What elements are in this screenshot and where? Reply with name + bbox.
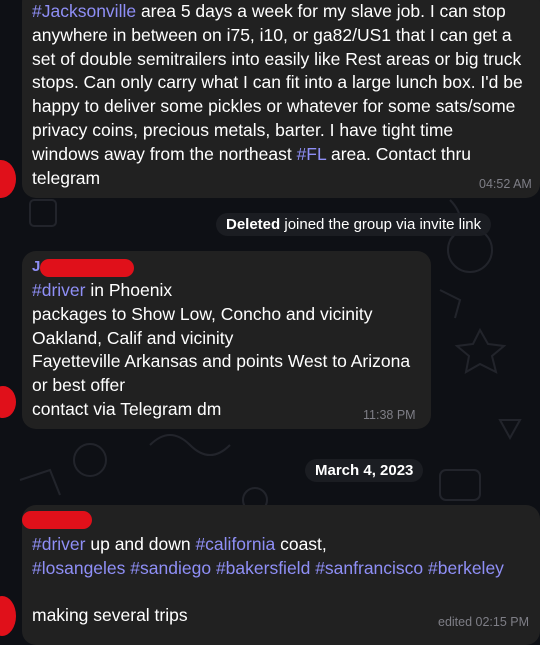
message-line: happy to deliver some pickles or whateve…: [32, 95, 523, 119]
hashtag-link[interactable]: #california: [195, 534, 275, 554]
message-text-segment: packages to Show Low, Concho and vicinit…: [32, 303, 373, 324]
message-text-segment: stops. Can only carry what I can fit int…: [32, 72, 523, 93]
message-text: #driver up and down #california coast, #l…: [32, 533, 504, 628]
redaction-mark: [22, 511, 92, 529]
hashtag-link[interactable]: #sandiego: [130, 558, 211, 578]
redaction-mark: [40, 259, 134, 277]
message-line: Fayetteville Arkansas and points West to…: [32, 350, 410, 374]
joined-user-name[interactable]: Deleted: [226, 216, 280, 233]
message-line: packages to Show Low, Concho and vicinit…: [32, 303, 410, 327]
message-text: #driver in Phoenix packages to Show Low, …: [32, 279, 410, 422]
message-text-segment: area. Contact thru: [326, 143, 472, 164]
message-text-segment: Oakland, Calif and vicinity: [32, 327, 234, 348]
message-text-segment: making several trips: [32, 605, 188, 626]
date-divider: March 4, 2023: [305, 459, 424, 482]
message-text-segment: in Phoenix: [85, 280, 173, 300]
service-message-joined: Deleted joined the group via invite link: [216, 213, 492, 236]
message-line: #driver up and down #california coast,: [32, 533, 504, 557]
message-line: or best offer: [32, 374, 410, 398]
message-line: contact via Telegram dm: [32, 398, 410, 422]
message-line: Oakland, Calif and vicinity: [32, 327, 410, 351]
message-text-segment: happy to deliver some pickles or whateve…: [32, 96, 516, 117]
message-text-segment: Fayetteville Arkansas and points West to…: [32, 351, 411, 372]
hashtag-link[interactable]: #FL: [297, 144, 327, 164]
message-text-segment: windows away from the northeast: [32, 143, 297, 164]
message-text-segment: contact via Telegram dm: [32, 398, 222, 419]
hashtag-link[interactable]: #driver: [32, 534, 86, 554]
hashtag-link[interactable]: #bakersfield: [216, 558, 310, 578]
message-text-segment: telegram: [32, 167, 101, 188]
message-text-segment: anywhere in between on i75, i10, or ga82…: [32, 24, 512, 45]
hashtag-link[interactable]: #berkeley: [428, 558, 504, 578]
message-line: windows away from the northeast #FL area…: [32, 143, 523, 167]
message-timestamp: 11:38 PM: [363, 408, 416, 422]
message-line: #Jacksonville area 5 days a week for my …: [32, 0, 523, 24]
joined-action-text: joined the group via invite link: [280, 216, 482, 233]
hashtag-link[interactable]: #Jacksonville: [32, 1, 136, 21]
message-line: privacy coins, precious metals, barter. …: [32, 119, 523, 143]
message-text: #Jacksonville area 5 days a week for my …: [32, 0, 523, 190]
message-text-segment: area 5 days a week for my slave job. I c…: [136, 1, 506, 21]
message-line: #driver in Phoenix: [32, 279, 410, 303]
message-text-segment: privacy coins, precious metals, barter. …: [32, 119, 454, 140]
message-bubble[interactable]: #driver up and down #california coast, #l…: [22, 505, 540, 645]
message-text-segment: set of double semitrailers into easily l…: [32, 48, 522, 69]
message-line: #losangeles #sandiego #bakersfield #sanf…: [32, 557, 504, 581]
message-line: set of double semitrailers into easily l…: [32, 48, 523, 72]
hashtag-link[interactable]: #losangeles: [32, 558, 125, 578]
message-text-segment: up and down: [85, 534, 196, 554]
message-line: [32, 581, 504, 605]
date-divider-text: March 4, 2023: [315, 462, 414, 479]
message-text-segment: or best offer: [32, 375, 126, 396]
message-line: making several trips: [32, 604, 504, 628]
message-bubble[interactable]: #Jacksonville area 5 days a week for my …: [22, 0, 540, 198]
message-line: telegram: [32, 167, 523, 191]
hashtag-link[interactable]: #sanfrancisco: [315, 558, 423, 578]
message-line: stops. Can only carry what I can fit int…: [32, 71, 523, 95]
message-timestamp: edited 02:15 PM: [438, 615, 530, 629]
message-timestamp: 04:52 AM: [479, 177, 532, 191]
message-text-segment: coast,: [275, 534, 327, 554]
message-line: anywhere in between on i75, i10, or ga82…: [32, 24, 523, 48]
hashtag-link[interactable]: #driver: [32, 280, 86, 300]
message-bubble[interactable]: J #driver in Phoenix packages to Show Low…: [22, 251, 431, 429]
